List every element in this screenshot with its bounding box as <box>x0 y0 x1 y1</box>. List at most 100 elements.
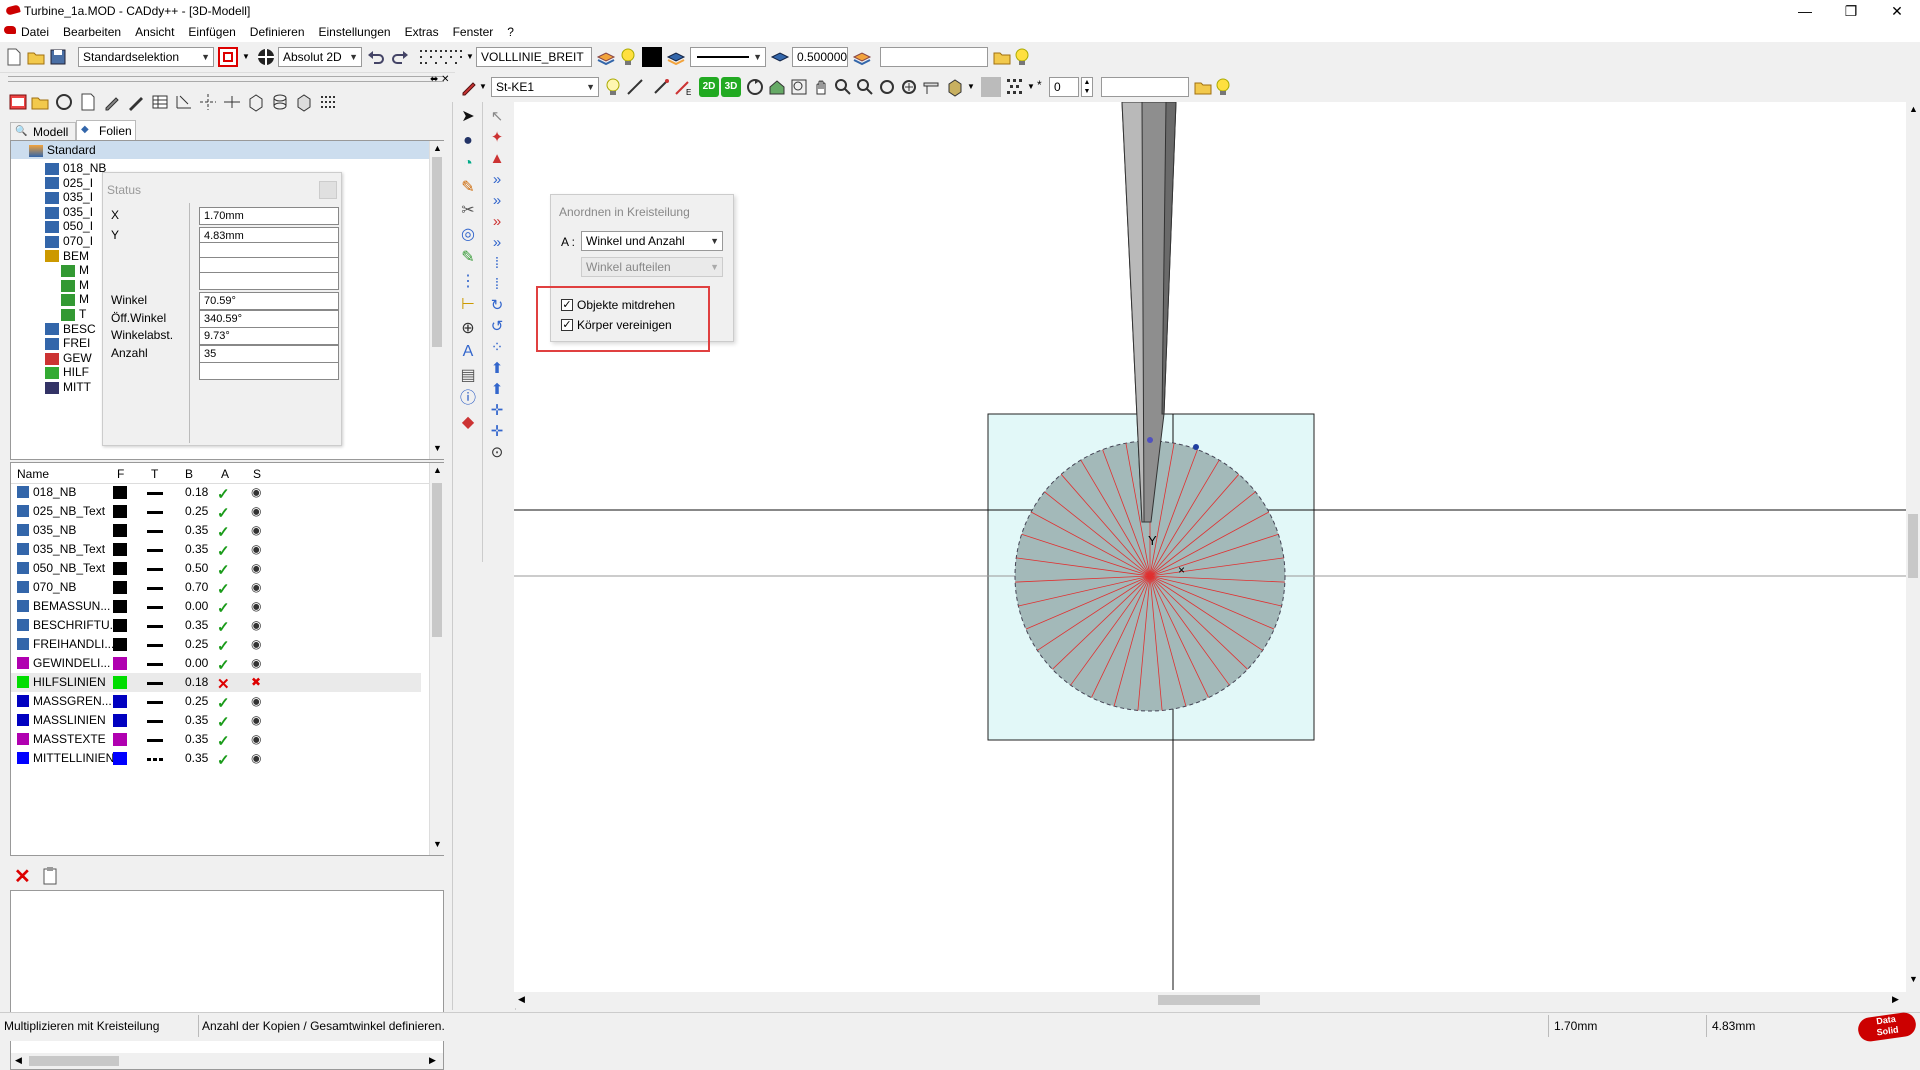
pan-hand-icon[interactable] <box>811 77 831 97</box>
menu-item-6[interactable]: Extras <box>398 22 446 42</box>
measure-icon[interactable] <box>625 77 645 97</box>
layer-width[interactable]: 0.25 <box>185 694 208 708</box>
table-row[interactable]: BEMASSUN... 0.00 ✓ ◉ <box>11 597 421 617</box>
coord-mode-select[interactable]: Absolut 2D ▼ <box>278 47 362 67</box>
tool-icon[interactable]: ✦ <box>486 127 508 149</box>
tool-icon[interactable]: ⊕ <box>457 318 479 340</box>
grid-pattern-icon[interactable] <box>418 47 466 67</box>
layer-width[interactable]: 0.35 <box>185 732 208 746</box>
eye-hidden-icon[interactable]: ✖ <box>251 675 265 689</box>
pen-dropdown-arrow-icon[interactable]: ▼ <box>479 82 487 91</box>
menu-item-1[interactable]: Bearbeiten <box>56 22 128 42</box>
menu-item-0[interactable]: Datei <box>14 22 56 42</box>
selection-color-icon[interactable] <box>218 47 238 67</box>
layer-line-type[interactable] <box>147 587 163 590</box>
eye-icon[interactable]: ◉ <box>251 713 265 727</box>
table-row[interactable]: BESCHRIFTU... 0.35 ✓ ◉ <box>11 616 421 636</box>
col-b[interactable]: B <box>185 467 193 481</box>
layer-width[interactable]: 0.35 <box>185 713 208 727</box>
eye-icon[interactable]: ◉ <box>251 732 265 746</box>
layer-line-type[interactable] <box>147 758 163 761</box>
pencil-red-icon[interactable] <box>459 77 479 97</box>
tool-icon[interactable]: ⬆ <box>486 358 508 380</box>
list-icon[interactable] <box>318 92 338 112</box>
layer-color-swatch[interactable] <box>113 486 127 499</box>
cube-icon[interactable] <box>294 92 314 112</box>
menu-item-3[interactable]: Einfügen <box>181 22 242 42</box>
centerline-icon[interactable] <box>198 92 218 112</box>
tool-icon[interactable]: ↺ <box>486 316 508 338</box>
tool-icon[interactable]: ✎ <box>457 247 479 269</box>
status-popup-close-button[interactable] <box>319 181 337 199</box>
tool-icon[interactable]: ⁞ <box>486 253 508 275</box>
toolbar2-text-field[interactable] <box>1101 77 1189 97</box>
line-style-field[interactable]: VOLLLINIE_BREIT <box>476 47 592 67</box>
lightbulb-icon[interactable] <box>618 47 638 67</box>
active-check-icon[interactable]: ✓ <box>217 618 230 636</box>
layer-width[interactable]: 0.50 <box>185 561 208 575</box>
table-row[interactable]: 025_NB_Text 0.25 ✓ ◉ <box>11 502 421 522</box>
table-row[interactable]: FREIHANDLI... 0.25 ✓ ◉ <box>11 635 421 655</box>
panel-pin-icon[interactable]: ⬌ ✕ <box>430 74 450 85</box>
tool-icon[interactable]: ◆ <box>457 412 479 434</box>
active-check-icon[interactable]: ✓ <box>217 504 230 522</box>
active-check-icon[interactable]: ✓ <box>217 599 230 617</box>
minimize-button[interactable]: — <box>1782 0 1828 22</box>
view-3d-button[interactable]: 3D <box>721 77 741 97</box>
new-file-icon[interactable] <box>4 47 24 67</box>
zoom-in-icon[interactable] <box>833 77 853 97</box>
active-check-icon[interactable]: ✓ <box>217 580 230 598</box>
col-f[interactable]: F <box>117 467 124 481</box>
canvas-vscrollbar[interactable]: ▲ ▼ <box>1906 102 1920 992</box>
close-button[interactable]: ✕ <box>1874 0 1920 22</box>
tool-icon[interactable]: ◎ <box>457 224 479 246</box>
snap-point-2[interactable] <box>1193 444 1199 450</box>
layer-width[interactable]: 0.25 <box>185 504 208 518</box>
layer-color-swatch[interactable] <box>113 733 127 746</box>
menu-item-5[interactable]: Einstellungen <box>312 22 398 42</box>
eye-icon[interactable]: ◉ <box>251 485 265 499</box>
folder-layer-icon[interactable] <box>992 47 1012 67</box>
layer-color-swatch[interactable] <box>113 695 127 708</box>
active-check-icon[interactable]: ✓ <box>217 751 230 769</box>
layer-line-type[interactable] <box>147 568 163 571</box>
number-spinner[interactable]: ▲ ▼ <box>1081 77 1093 97</box>
layer-width[interactable]: 0.18 <box>185 675 208 689</box>
layer-stack-icon[interactable] <box>596 47 616 67</box>
table-row[interactable]: MASSGREN... 0.25 ✓ ◉ <box>11 692 421 712</box>
zoom-extents-icon[interactable] <box>899 77 919 97</box>
layer-line-type[interactable] <box>147 606 163 609</box>
table-row[interactable]: MASSLINIEN 0.35 ✓ ◉ <box>11 711 421 731</box>
view-2d-button[interactable]: 2D <box>699 77 719 97</box>
eye-icon[interactable]: ◉ <box>251 637 265 651</box>
active-check-icon[interactable]: ✓ <box>217 485 230 503</box>
status-field-value[interactable]: 1.70mm <box>199 207 339 225</box>
layer-color-swatch[interactable] <box>113 600 127 613</box>
hatch-pattern-icon[interactable] <box>1005 77 1025 97</box>
tool-icon[interactable]: ▤ <box>457 365 479 387</box>
grid-dropdown-arrow-icon[interactable]: ▼ <box>466 52 474 61</box>
eye-icon[interactable]: ◉ <box>251 599 265 613</box>
tool-icon[interactable]: ✎ <box>457 177 479 199</box>
active-check-icon[interactable]: ✓ <box>217 656 230 674</box>
zoom-all-icon[interactable] <box>877 77 897 97</box>
cross-icon[interactable] <box>222 92 242 112</box>
table-icon[interactable] <box>150 92 170 112</box>
undo-icon[interactable] <box>366 47 386 67</box>
eye-icon[interactable]: ◉ <box>251 694 265 708</box>
layer-text-icon[interactable] <box>852 47 872 67</box>
layer-color-swatch[interactable] <box>113 543 127 556</box>
menu-item-7[interactable]: Fenster <box>446 22 501 42</box>
clipboard-icon[interactable] <box>40 866 60 886</box>
dialog-mode-select[interactable]: Winkel und Anzahl ▼ <box>581 231 723 251</box>
dimension-icon[interactable] <box>174 92 194 112</box>
active-check-icon[interactable]: ✓ <box>217 523 230 541</box>
col-a[interactable]: A <box>221 467 229 481</box>
number-field[interactable]: 0 <box>1049 77 1079 97</box>
layer-line-type[interactable] <box>147 549 163 552</box>
tool-icon[interactable]: ↖ <box>486 106 508 128</box>
open-folder-icon[interactable] <box>26 47 46 67</box>
shaded-box-icon[interactable] <box>945 77 965 97</box>
col-s[interactable]: S <box>253 467 261 481</box>
layer-line-type[interactable] <box>147 701 163 704</box>
